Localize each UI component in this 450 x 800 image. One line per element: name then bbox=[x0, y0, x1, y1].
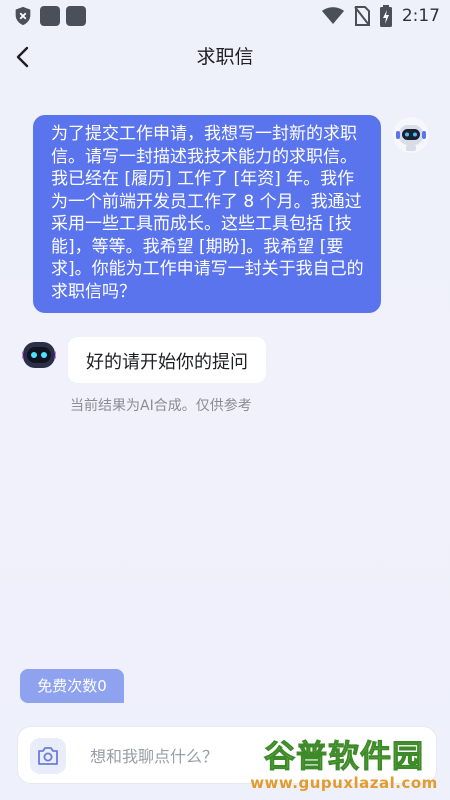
robot-avatar-icon bbox=[393, 117, 429, 153]
free-count-badge: 免费次数0 bbox=[20, 669, 124, 703]
bot-avatar-icon bbox=[22, 342, 56, 368]
app-icon bbox=[40, 6, 60, 26]
nav-bar: 求职信 bbox=[0, 34, 450, 80]
camera-button[interactable] bbox=[30, 738, 66, 774]
bot-message-bubble[interactable]: 好的请开始你的提问 bbox=[68, 337, 266, 383]
battery-charging-icon bbox=[379, 5, 392, 27]
watermark-logo: 谷普软件园 www.gupuxlazal.com bbox=[244, 734, 444, 798]
watermark-mark: 谷普软件园 bbox=[264, 739, 424, 775]
wifi-icon bbox=[321, 7, 344, 24]
ai-disclaimer: 当前结果为AI合成。仅供参考 bbox=[70, 398, 252, 414]
user-message-bubble[interactable]: 为了提交工作申请，我想写一封新的求职信。请写一封描述我技术能力的求职信。我已经在… bbox=[33, 115, 381, 313]
watermark-url: www.gupuxlazal.com bbox=[250, 774, 438, 792]
page-title: 求职信 bbox=[196, 46, 254, 68]
no-sim-icon bbox=[354, 6, 370, 26]
camera-icon bbox=[38, 747, 58, 765]
app-icon bbox=[66, 6, 86, 26]
shield-icon bbox=[15, 6, 31, 26]
status-time: 2:17 bbox=[401, 6, 440, 26]
status-bar: 2:17 bbox=[0, 0, 450, 32]
